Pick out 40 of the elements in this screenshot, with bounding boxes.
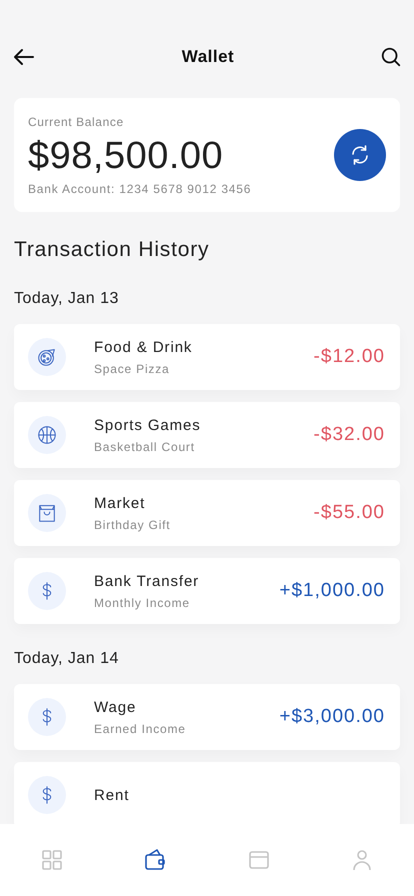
category-icon (28, 698, 66, 736)
transaction-amount: -$55.00 (314, 502, 385, 524)
category-icon (28, 572, 66, 610)
date-heading: Today, Jan 14 (14, 650, 120, 668)
balance-amount: $98,500.00 (28, 134, 224, 178)
wallet-icon (143, 848, 168, 872)
category-icon (28, 416, 66, 454)
category-icon (28, 338, 66, 376)
transaction-card[interactable]: Bank Transfer Monthly Income +$1,000.00 (14, 558, 400, 624)
account-number: Bank Account: 1234 5678 9012 3456 (28, 182, 252, 196)
transaction-amount: +$1,000.00 (279, 580, 385, 602)
transaction-card[interactable]: Wage Earned Income +$3,000.00 (14, 684, 400, 750)
transaction-card[interactable]: Food & Drink Space Pizza -$12.00 (14, 324, 400, 390)
transaction-title: Food & Drink (94, 338, 194, 356)
refresh-button[interactable] (334, 129, 386, 181)
transaction-subtitle: Birthday Gift (94, 518, 172, 532)
transaction-subtitle: Earned Income (94, 722, 187, 736)
page-title: Wallet (182, 47, 234, 67)
grid-icon (40, 848, 64, 872)
transaction-subtitle: Space Pizza (94, 362, 171, 376)
transaction-card[interactable]: Sports Games Basketball Court -$32.00 (14, 402, 400, 468)
transaction-subtitle: Basketball Court (94, 440, 196, 454)
category-icon (28, 494, 66, 532)
date-heading: Today, Jan 13 (14, 290, 120, 308)
search-icon[interactable] (380, 46, 402, 68)
transaction-card[interactable]: Market Birthday Gift -$55.00 (14, 480, 400, 546)
transaction-amount: -$32.00 (314, 424, 385, 446)
transaction-title: Sports Games (94, 416, 202, 434)
transaction-amount: -$12.00 (314, 346, 385, 368)
category-icon (28, 776, 66, 814)
balance-label: Current Balance (28, 114, 125, 128)
transaction-title: Market (94, 494, 146, 512)
section-title: Transaction History (14, 238, 210, 263)
transaction-title: Rent (94, 786, 130, 804)
transaction-card[interactable]: Rent (14, 762, 400, 824)
transaction-title: Wage (94, 698, 138, 716)
transaction-amount: +$3,000.00 (279, 706, 385, 728)
card-icon (246, 848, 271, 872)
transaction-subtitle: Monthly Income (94, 596, 191, 610)
transaction-title: Bank Transfer (94, 572, 200, 590)
